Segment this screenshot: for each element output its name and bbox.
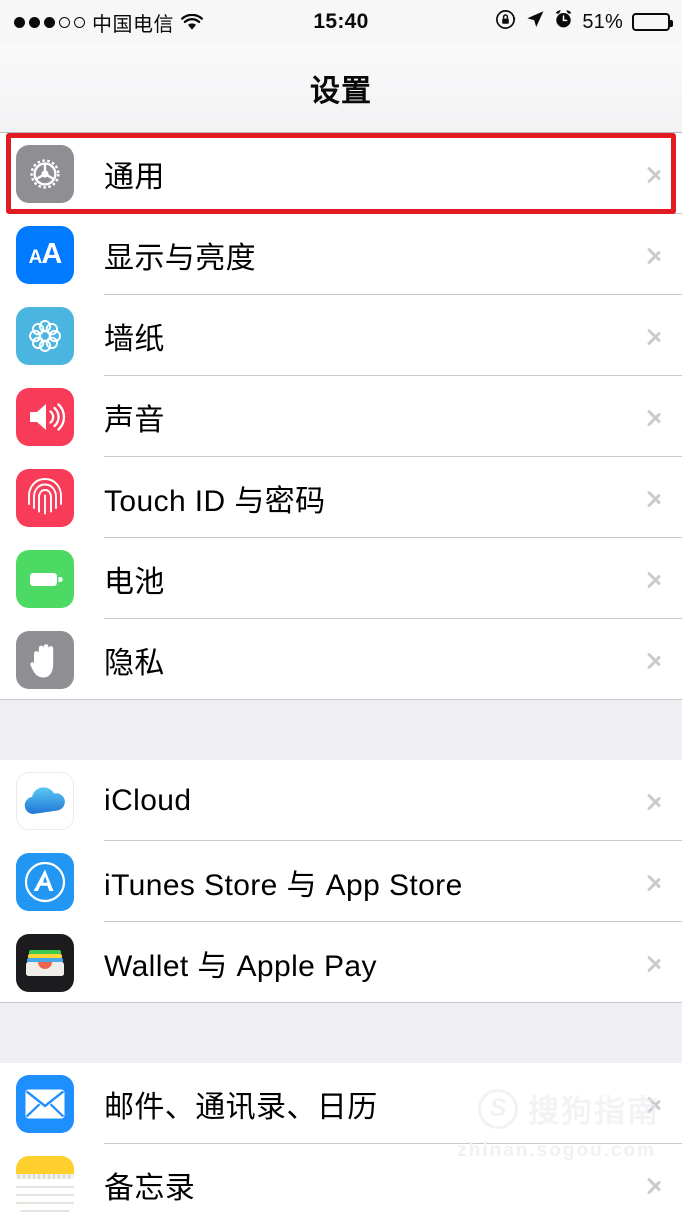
text-size-icon: AA — [16, 225, 74, 284]
settings-group-system-group: 通用 AA 显示与亮度墙纸声音 Touch ID 与密码 电池隐私 — [0, 133, 682, 700]
settings-row-label: 电池 — [104, 565, 165, 599]
speaker-icon — [16, 387, 74, 446]
settings-row-speaker[interactable]: 声音 — [0, 376, 682, 457]
chevron-right-icon — [646, 949, 662, 977]
gear-icon — [16, 144, 74, 203]
chevron-right-icon — [646, 646, 662, 674]
chevron-right-icon — [646, 160, 662, 188]
chevron-right-icon — [646, 241, 662, 269]
hand-icon — [16, 630, 74, 689]
list-group-gap — [0, 1003, 682, 1063]
settings-row-gear[interactable]: 通用 — [0, 133, 682, 214]
settings-row-app-store[interactable]: iTunes Store 与 App Store — [0, 841, 682, 922]
battery-icon — [16, 549, 74, 608]
wallpaper-icon — [16, 306, 74, 365]
chevron-right-icon — [646, 565, 662, 593]
settings-row-label: 墙纸 — [104, 322, 165, 356]
settings-row-wallet[interactable]: Wallet 与 Apple Pay — [0, 922, 682, 1003]
settings-list: 通用 AA 显示与亮度墙纸声音 Touch ID 与密码 电池隐私 iCloud iTune… — [0, 133, 682, 1212]
rotation-lock-icon — [495, 9, 516, 36]
settings-row-label: iCloud — [104, 783, 192, 817]
settings-row-label: 备忘录 — [104, 1171, 196, 1205]
battery-icon — [632, 13, 673, 31]
settings-row-label: 显示与亮度 — [104, 241, 256, 275]
app-store-icon — [16, 852, 74, 911]
settings-row-label: Touch ID 与密码 — [104, 484, 326, 518]
settings-row-label: 通用 — [104, 160, 165, 194]
chevron-right-icon — [646, 322, 662, 350]
notes-icon — [16, 1155, 74, 1212]
fingerprint-icon — [16, 468, 74, 527]
icloud-icon — [16, 771, 74, 830]
settings-row-battery[interactable]: 电池 — [0, 538, 682, 619]
location-arrow-icon — [525, 9, 545, 35]
chevron-right-icon — [646, 484, 662, 512]
chevron-right-icon — [646, 1090, 662, 1118]
settings-row-icloud[interactable]: iCloud — [0, 760, 682, 841]
settings-row-label: iTunes Store 与 App Store — [104, 868, 463, 902]
ios-settings-screen: 中国电信 15:40 51% 设置 通用 AA 显示与亮度 墙纸 声音 Touc… — [0, 0, 682, 1212]
settings-row-notes[interactable]: 备忘录 — [0, 1144, 682, 1212]
settings-row-hand[interactable]: 隐私 — [0, 619, 682, 700]
alarm-clock-icon — [554, 9, 573, 35]
navigation-bar: 设置 — [0, 44, 682, 133]
settings-row-fingerprint[interactable]: Touch ID 与密码 — [0, 457, 682, 538]
settings-row-wallpaper[interactable]: 墙纸 — [0, 295, 682, 376]
list-group-gap — [0, 700, 682, 760]
settings-row-text-size[interactable]: AA 显示与亮度 — [0, 214, 682, 295]
chevron-right-icon — [646, 403, 662, 431]
settings-group-accounts-group: iCloud iTunes Store 与 App Store Wallet 与 A… — [0, 760, 682, 1003]
wallet-icon — [16, 933, 74, 992]
chevron-right-icon — [646, 787, 662, 815]
settings-group-apps-group: 邮件、通讯录、日历 备忘录 — [0, 1063, 682, 1212]
settings-row-label: 隐私 — [104, 646, 165, 680]
mail-icon — [16, 1074, 74, 1133]
settings-row-label: Wallet 与 Apple Pay — [104, 949, 377, 983]
chevron-right-icon — [646, 868, 662, 896]
status-bar: 中国电信 15:40 51% — [0, 0, 682, 44]
settings-row-label: 声音 — [104, 403, 165, 437]
chevron-right-icon — [646, 1171, 662, 1199]
battery-percent-label: 51% — [582, 10, 623, 33]
status-bar-right: 51% — [495, 0, 673, 44]
settings-row-label: 邮件、通讯录、日历 — [104, 1090, 378, 1124]
page-title: 设置 — [310, 75, 372, 108]
settings-row-mail[interactable]: 邮件、通讯录、日历 — [0, 1063, 682, 1144]
